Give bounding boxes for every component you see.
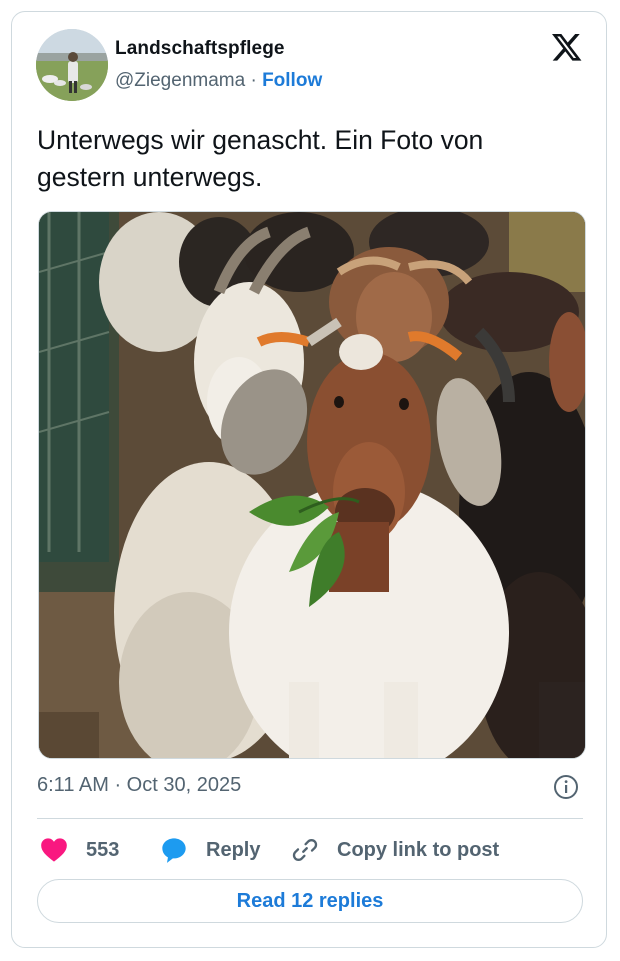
info-icon[interactable]: [553, 774, 579, 800]
like-button[interactable]: 553: [40, 834, 119, 866]
avatar-photo: [36, 29, 108, 101]
copy-link-label: Copy link to post: [337, 838, 500, 861]
speech-bubble-icon: [162, 838, 186, 863]
tweet-photo[interactable]: [38, 211, 586, 759]
x-logo-icon[interactable]: [549, 32, 583, 64]
reply-button[interactable]: Reply: [160, 834, 260, 866]
heart-icon: [41, 838, 67, 862]
goats-photo: [39, 212, 585, 758]
link-icon: [292, 839, 318, 861]
follow-button[interactable]: Follow: [262, 70, 322, 91]
tweet-card: Landschaftspflege @Ziegenmama · Follow U…: [11, 11, 607, 948]
tweet-text: Unterwegs wir genascht. Ein Foto von ges…: [37, 125, 484, 192]
reply-label: Reply: [206, 838, 261, 861]
avatar[interactable]: [36, 29, 108, 101]
author-display-name[interactable]: Landschaftspflege: [115, 38, 285, 60]
author-handle[interactable]: @Ziegenmama: [115, 70, 245, 91]
copy-link-button[interactable]: Copy link to post: [291, 834, 499, 866]
like-count: 553: [86, 838, 120, 861]
read-replies-button[interactable]: Read 12 replies: [37, 879, 583, 923]
author-handle-row: @Ziegenmama · Follow: [115, 70, 322, 92]
handle-separator: ·: [250, 70, 257, 91]
divider: [37, 818, 583, 819]
tweet-timestamp[interactable]: 6:11 AM · Oct 30, 2025: [37, 774, 241, 797]
